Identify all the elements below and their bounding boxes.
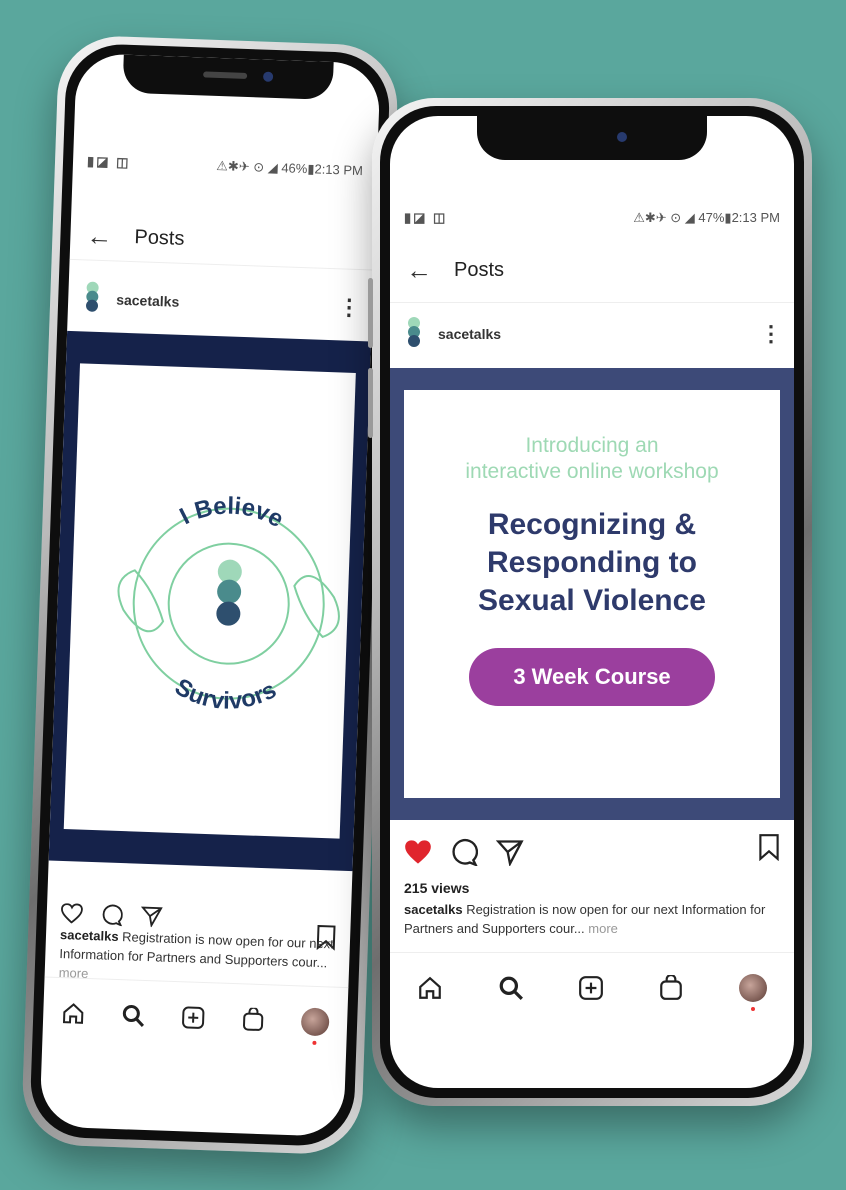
share-icon[interactable] bbox=[496, 838, 524, 866]
right-phone: ▮◪ ◫ ⚠✱✈ ⊙ ◢ 47%▮2:13 PM ← Posts sacetal… bbox=[368, 98, 812, 1106]
status-bar: ▮◪ ◫ ⚠✱✈ ⊙ ◢ 47%▮2:13 PM bbox=[390, 210, 794, 226]
back-arrow-icon[interactable]: ← bbox=[86, 220, 113, 252]
i-believe-survivors-logo: I Believe Survivors bbox=[117, 491, 340, 717]
create-post-icon[interactable] bbox=[181, 1005, 206, 1030]
volume-down-button bbox=[368, 368, 373, 438]
post-account-row: sacetalks ⋮ bbox=[390, 312, 794, 356]
home-icon[interactable] bbox=[61, 1001, 86, 1026]
status-icons-right: ⚠✱✈ ⊙ ◢ 47%▮2:13 PM bbox=[633, 210, 780, 225]
create-post-icon[interactable] bbox=[578, 975, 604, 1001]
front-camera bbox=[617, 132, 627, 142]
profile-avatar[interactable] bbox=[300, 1007, 330, 1037]
bottom-nav bbox=[390, 952, 794, 1023]
post-caption: sacetalks Registration is now open for o… bbox=[404, 900, 780, 938]
notch bbox=[122, 54, 334, 100]
post-image[interactable]: I Believe Survivors bbox=[48, 330, 371, 872]
post-image-card: I Believe Survivors bbox=[63, 363, 356, 839]
left-phone-screen: ▮◪ ◫ ⚠✱✈ ⊙ ◢ 46%▮2:13 PM ← Posts sacetal… bbox=[39, 53, 381, 1137]
caption-username[interactable]: sacetalks bbox=[60, 927, 119, 944]
intro-line-2: interactive online workshop bbox=[465, 460, 719, 483]
post-account-row: sacetalks ⋮ bbox=[68, 278, 373, 329]
shop-icon[interactable] bbox=[658, 975, 684, 1001]
share-icon[interactable] bbox=[140, 905, 163, 928]
heart-icon[interactable] bbox=[60, 903, 83, 924]
intro-line-1: Introducing an bbox=[525, 434, 659, 457]
front-camera bbox=[262, 71, 274, 82]
logo-bottom-text: Survivors bbox=[170, 673, 282, 717]
page-title: Posts bbox=[134, 225, 185, 250]
post-actions bbox=[404, 834, 780, 866]
status-icons-left: ▮◪ ◫ bbox=[86, 153, 131, 170]
account-avatar[interactable] bbox=[82, 281, 103, 316]
account-avatar[interactable] bbox=[404, 317, 424, 351]
comment-icon[interactable] bbox=[100, 903, 123, 927]
headline-line-1: Recognizing & bbox=[487, 508, 697, 541]
right-phone-screen: ▮◪ ◫ ⚠✱✈ ⊙ ◢ 47%▮2:13 PM ← Posts sacetal… bbox=[390, 116, 794, 1088]
post-image[interactable]: Introducing an interactive online worksh… bbox=[390, 368, 794, 820]
notch bbox=[477, 116, 707, 160]
posts-header: ← Posts bbox=[69, 210, 376, 271]
volume-up-button bbox=[368, 278, 373, 348]
account-name[interactable]: sacetalks bbox=[116, 292, 338, 316]
search-icon[interactable] bbox=[498, 975, 524, 1001]
left-phone: ▮◪ ◫ ⚠✱✈ ⊙ ◢ 46%▮2:13 PM ← Posts sacetal… bbox=[20, 34, 400, 1156]
heart-icon[interactable] bbox=[404, 839, 432, 865]
caption-more-link[interactable]: more bbox=[588, 921, 618, 936]
profile-avatar[interactable] bbox=[738, 974, 767, 1011]
home-icon[interactable] bbox=[417, 975, 443, 1001]
search-icon[interactable] bbox=[121, 1003, 146, 1028]
caption-username[interactable]: sacetalks bbox=[404, 902, 463, 917]
bookmark-icon[interactable] bbox=[758, 833, 780, 861]
headline-line-3: Sexual Violence bbox=[478, 584, 706, 617]
view-count: 215 views bbox=[404, 880, 470, 896]
comment-icon[interactable] bbox=[450, 838, 478, 866]
account-name[interactable]: sacetalks bbox=[438, 326, 760, 342]
shop-icon[interactable] bbox=[241, 1007, 266, 1032]
more-options-icon[interactable]: ⋮ bbox=[760, 321, 782, 347]
posts-header: ← Posts bbox=[390, 238, 794, 303]
status-icons-left: ▮◪ ◫ bbox=[404, 210, 448, 225]
more-options-icon[interactable]: ⋮ bbox=[338, 294, 359, 321]
headline-line-2: Responding to bbox=[487, 546, 697, 579]
back-arrow-icon[interactable]: ← bbox=[406, 255, 432, 286]
page-title: Posts bbox=[454, 258, 505, 281]
course-button[interactable]: 3 Week Course bbox=[469, 648, 715, 706]
logo-top-text: I Believe bbox=[175, 491, 289, 534]
bottom-nav bbox=[42, 976, 349, 1059]
status-icons-right: ⚠✱✈ ⊙ ◢ 46%▮2:13 PM bbox=[215, 157, 364, 179]
post-image-card: Introducing an interactive online worksh… bbox=[404, 390, 780, 798]
status-bar: ▮◪ ◫ ⚠✱✈ ⊙ ◢ 46%▮2:13 PM bbox=[73, 153, 377, 180]
